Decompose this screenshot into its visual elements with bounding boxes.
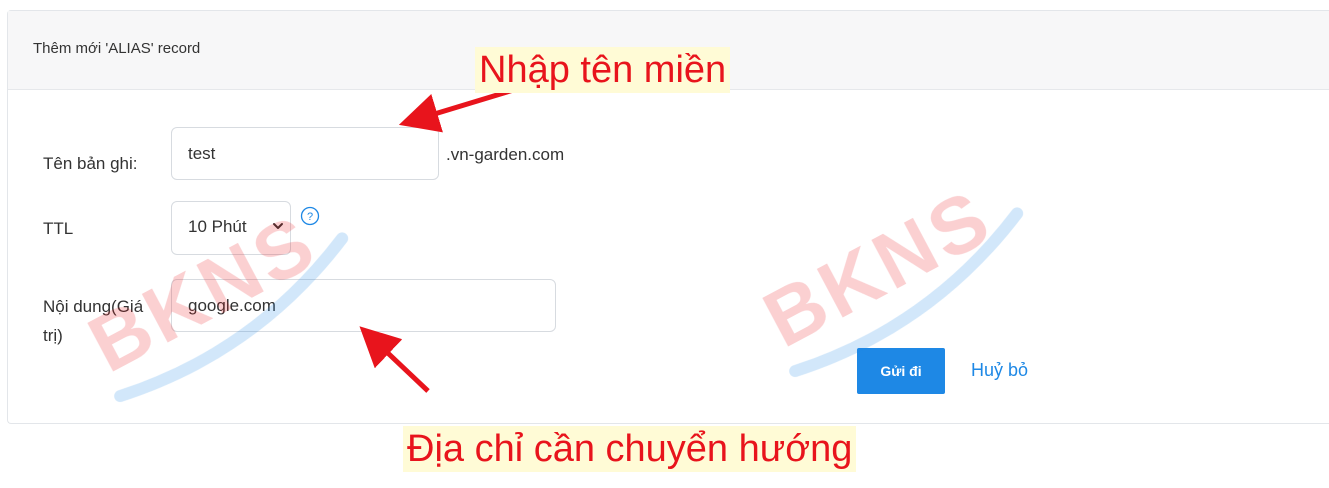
annotation-bottom: Địa chỉ cần chuyển hướng [403, 426, 857, 472]
content-input[interactable] [171, 279, 556, 332]
ttl-label: TTL [43, 219, 74, 238]
domain-suffix: .vn-garden.com [446, 145, 565, 164]
page: Thêm mới 'ALIAS' record Tên bản ghi: .vn… [0, 0, 1329, 488]
cancel-link[interactable]: Huỷ bỏ [971, 360, 1028, 381]
ttl-select[interactable]: 10 Phút [171, 201, 291, 255]
chevron-down-icon [273, 223, 283, 229]
svg-text:?: ? [307, 211, 313, 223]
annotation-top: Nhập tên miền [475, 47, 731, 93]
record-name-input[interactable] [171, 127, 439, 180]
submit-button[interactable]: Gửi đi [857, 348, 945, 394]
content-label-line2: trị) [43, 326, 63, 345]
ttl-selected-value: 10 Phút [188, 217, 247, 236]
content-label-line1: Nội dung(Giá [43, 297, 144, 316]
card-title: Thêm mới 'ALIAS' record [33, 40, 201, 57]
record-name-label: Tên bản ghi: [43, 154, 138, 173]
question-circle-icon[interactable]: ? [300, 206, 320, 226]
